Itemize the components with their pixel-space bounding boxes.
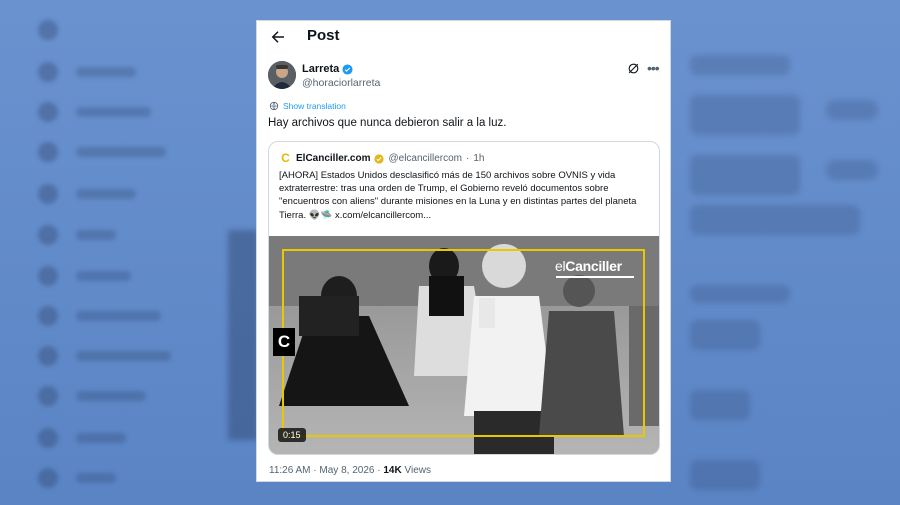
author-handle[interactable]: @horaciorlarreta xyxy=(302,77,380,89)
quoted-post-text: [AHORA] Estados Unidos desclasificó más … xyxy=(279,170,637,221)
watermark-underline xyxy=(556,276,634,278)
post-header: Post xyxy=(257,21,670,55)
post-time[interactable]: 11:26 AM xyxy=(269,465,311,476)
page-title: Post xyxy=(307,27,340,44)
background-sidebar xyxy=(38,0,238,505)
quoted-separator: · xyxy=(466,153,470,164)
video-player[interactable]: elCanciller C 0:15 xyxy=(269,236,659,454)
globe-icon xyxy=(269,101,279,111)
author-name-row[interactable]: Larreta xyxy=(302,63,353,75)
show-translation-label[interactable]: Show translation xyxy=(283,101,346,111)
avatar[interactable] xyxy=(268,61,296,89)
video-watermark: elCanciller xyxy=(555,258,622,274)
back-arrow-icon[interactable] xyxy=(269,28,287,46)
author-name[interactable]: Larreta xyxy=(302,63,339,75)
post-card: Post Larreta @horaciorlarreta ••• Show t… xyxy=(256,20,671,482)
views-label: Views xyxy=(404,465,431,476)
grok-icon[interactable] xyxy=(627,62,640,75)
post-text: Hay archivos que nunca debieron salir a … xyxy=(268,117,507,129)
quoted-post[interactable]: C ElCanciller.com @elcancillercom · 1h [… xyxy=(268,141,660,455)
quoted-author-handle: @elcancillercom xyxy=(388,153,462,164)
views-count: 14K xyxy=(383,465,402,476)
post-meta: 11:26 AM · May 8, 2026 · 14K Views xyxy=(269,465,431,476)
video-duration-badge: 0:15 xyxy=(278,428,306,442)
background-shadow xyxy=(228,230,258,440)
quoted-time: 1h xyxy=(473,153,485,164)
video-side-mark: C xyxy=(273,328,295,356)
verified-icon xyxy=(342,63,353,75)
more-icon[interactable]: ••• xyxy=(647,61,660,75)
quoted-author-name[interactable]: ElCanciller.com xyxy=(296,153,370,164)
gold-badge-icon xyxy=(374,153,385,164)
show-translation-link[interactable]: Show translation xyxy=(269,101,346,111)
post-date[interactable]: May 8, 2026 xyxy=(319,465,374,476)
quoted-post-header: C ElCanciller.com @elcancillercom · 1h xyxy=(279,152,484,165)
quoted-avatar-logo[interactable]: C xyxy=(279,152,292,165)
